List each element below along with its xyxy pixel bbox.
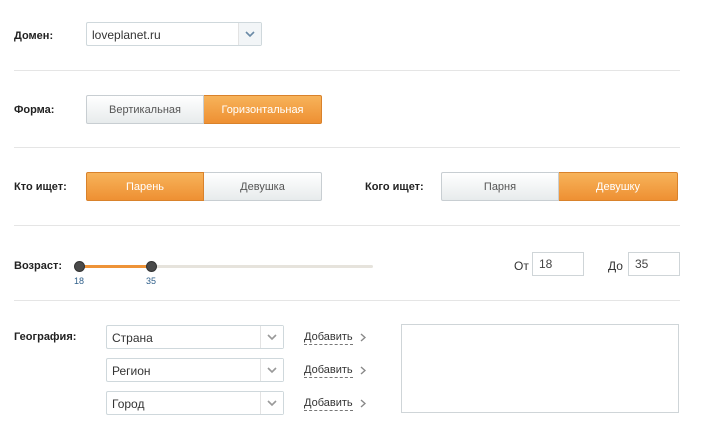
form-option-vertical[interactable]: Вертикальная <box>86 95 204 124</box>
divider <box>14 300 680 301</box>
divider <box>14 70 680 71</box>
age-slider-min-handle[interactable] <box>74 261 85 272</box>
geography-label: География: <box>14 331 77 343</box>
chevron-down-icon <box>267 367 277 374</box>
add-city-link[interactable]: Добавить <box>304 397 353 411</box>
city-select-value: Город <box>112 397 145 411</box>
chevron-right-icon <box>360 333 366 342</box>
city-select[interactable]: Город <box>106 391 284 415</box>
country-select-arrow[interactable] <box>260 326 283 348</box>
form-toggle: Вертикальная Горизонтальная <box>86 95 322 124</box>
chevron-down-icon <box>267 334 277 341</box>
chevron-down-icon <box>267 400 277 407</box>
whom-seeks-option-guy[interactable]: Парня <box>441 172 559 201</box>
who-seeks-option-guy[interactable]: Парень <box>86 172 204 201</box>
domain-select[interactable]: loveplanet.ru <box>86 22 262 46</box>
whom-seeks-label: Кого ищет: <box>365 181 424 193</box>
country-select-value: Страна <box>112 331 153 345</box>
age-to-label: До <box>608 259 623 273</box>
age-from-label: От <box>514 259 529 273</box>
age-to-input[interactable]: 35 <box>628 252 680 276</box>
age-slider-max-value: 35 <box>146 276 157 286</box>
city-select-arrow[interactable] <box>260 392 283 414</box>
who-seeks-label: Кто ищет: <box>14 181 67 193</box>
selected-locations-box[interactable] <box>401 324 679 413</box>
whom-seeks-option-girl[interactable]: Девушку <box>559 172 678 201</box>
region-select-value: Регион <box>112 364 151 378</box>
domain-select-arrow[interactable] <box>238 23 261 45</box>
form-label: Форма: <box>14 104 55 116</box>
country-select[interactable]: Страна <box>106 325 284 349</box>
age-slider-min-value: 18 <box>74 276 85 286</box>
age-slider-max-handle[interactable] <box>146 261 157 272</box>
divider <box>14 147 680 148</box>
age-slider-range <box>80 265 151 268</box>
chevron-right-icon <box>360 399 366 408</box>
who-seeks-option-girl[interactable]: Девушка <box>204 172 322 201</box>
chevron-down-icon <box>245 31 255 38</box>
add-country-link[interactable]: Добавить <box>304 331 353 345</box>
who-seeks-toggle: Парень Девушка <box>86 172 322 201</box>
domain-label: Домен: <box>14 30 54 42</box>
age-from-input[interactable]: 18 <box>532 252 584 276</box>
whom-seeks-toggle: Парня Девушку <box>441 172 678 201</box>
region-select-arrow[interactable] <box>260 359 283 381</box>
divider <box>14 225 680 226</box>
chevron-right-icon <box>360 366 366 375</box>
domain-select-value: loveplanet.ru <box>92 28 161 42</box>
form-option-horizontal[interactable]: Горизонтальная <box>204 95 322 124</box>
add-region-link[interactable]: Добавить <box>304 364 353 378</box>
region-select[interactable]: Регион <box>106 358 284 382</box>
age-label: Возраст: <box>14 260 62 272</box>
